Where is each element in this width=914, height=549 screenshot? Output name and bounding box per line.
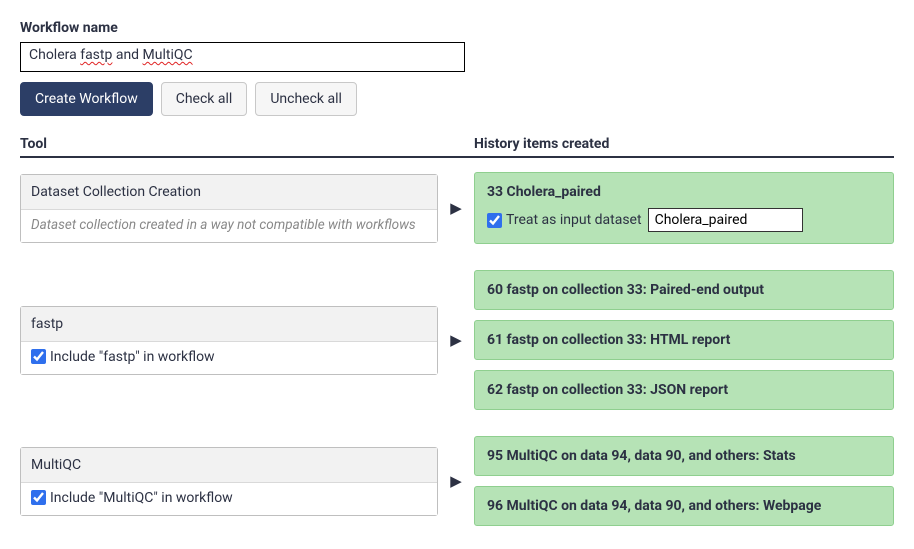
history-item-title: 60 fastp on collection 33: Paired-end ou… xyxy=(487,282,764,298)
tool-column-header: Tool xyxy=(20,136,474,152)
history-item[interactable]: 60 fastp on collection 33: Paired-end ou… xyxy=(474,270,894,310)
check-all-button[interactable]: Check all xyxy=(161,82,248,116)
include-multiqc-label: Include "MultiQC" in workflow xyxy=(50,490,233,506)
workflow-name-input[interactable]: Cholera fastp and MultiQC xyxy=(20,42,465,72)
include-fastp-row[interactable]: Include "fastp" in workflow xyxy=(31,349,427,365)
include-multiqc-checkbox[interactable] xyxy=(31,490,46,505)
include-fastp-label: Include "fastp" in workflow xyxy=(50,349,215,365)
history-item[interactable]: 96 MultiQC on data 94, data 90, and othe… xyxy=(474,486,894,526)
uncheck-all-button[interactable]: Uncheck all xyxy=(255,82,357,116)
history-item[interactable]: 61 fastp on collection 33: HTML report xyxy=(474,320,894,360)
arrow-icon: ▶ xyxy=(438,199,474,217)
tool-box-fastp: fastp Include "fastp" in workflow xyxy=(20,306,438,375)
arrow-icon: ▶ xyxy=(438,331,474,349)
wf-name-p2: fastp xyxy=(80,47,112,63)
create-workflow-button[interactable]: Create Workflow xyxy=(20,82,153,116)
tool-box-dataset-collection: Dataset Collection Creation Dataset coll… xyxy=(20,174,438,243)
history-item-title: 61 fastp on collection 33: HTML report xyxy=(487,332,730,348)
tool-title: Dataset Collection Creation xyxy=(21,175,437,210)
tool-row: Dataset Collection Creation Dataset coll… xyxy=(20,172,894,244)
columns-header: Tool History items created xyxy=(20,136,894,158)
treat-as-input-label: Treat as input dataset xyxy=(506,212,642,228)
tool-row: MultiQC Include "MultiQC" in workflow ▶ … xyxy=(20,436,894,526)
wf-name-p3: and xyxy=(112,47,142,63)
workflow-name-label: Workflow name xyxy=(20,20,894,36)
treat-as-input-name-field[interactable] xyxy=(648,208,803,232)
button-row: Create Workflow Check all Uncheck all xyxy=(20,82,894,116)
arrow-icon: ▶ xyxy=(438,472,474,490)
tool-row: fastp Include "fastp" in workflow ▶ 60 f… xyxy=(20,270,894,410)
tool-title: fastp xyxy=(21,307,437,342)
wf-name-p1: Cholera xyxy=(29,47,80,63)
treat-as-input-checkbox[interactable] xyxy=(487,213,502,228)
history-item-title: 33 Cholera_paired xyxy=(487,184,881,200)
include-fastp-checkbox[interactable] xyxy=(31,349,46,364)
wf-name-p4: MultiQC xyxy=(143,47,193,63)
tool-title: MultiQC xyxy=(21,448,437,483)
history-item-title: 96 MultiQC on data 94, data 90, and othe… xyxy=(487,498,821,514)
history-item-title: 95 MultiQC on data 94, data 90, and othe… xyxy=(487,448,796,464)
history-item[interactable]: 62 fastp on collection 33: JSON report xyxy=(474,370,894,410)
tool-box-multiqc: MultiQC Include "MultiQC" in workflow xyxy=(20,447,438,516)
tool-note: Dataset collection created in a way not … xyxy=(21,210,437,242)
history-column-header: History items created xyxy=(474,136,609,152)
history-item[interactable]: 33 Cholera_paired Treat as input dataset xyxy=(474,172,894,244)
include-multiqc-row[interactable]: Include "MultiQC" in workflow xyxy=(31,490,427,506)
history-item-title: 62 fastp on collection 33: JSON report xyxy=(487,382,728,398)
history-item[interactable]: 95 MultiQC on data 94, data 90, and othe… xyxy=(474,436,894,476)
